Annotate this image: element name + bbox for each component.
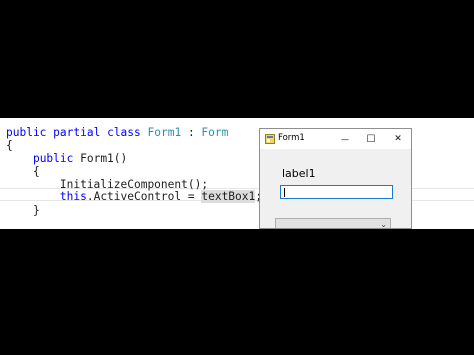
minimize-button[interactable]: — <box>332 129 358 149</box>
form1-window: Form1 — ☐ ✕ label1 ⌄ <box>259 128 412 229</box>
label1: label1 <box>282 167 316 180</box>
close-icon: ✕ <box>394 134 402 144</box>
code-token: class <box>107 126 141 139</box>
combo-box[interactable]: ⌄ <box>275 218 391 229</box>
code-line: public partial class Form1 : Form <box>6 126 228 139</box>
text-caret <box>284 188 285 197</box>
window-title: Form1 <box>278 133 305 143</box>
code-token: : <box>181 126 202 139</box>
code-token: partial <box>53 126 101 139</box>
code-token: .ActiveControl = <box>86 190 202 203</box>
code-token: textBox1 <box>201 190 256 203</box>
maximize-button[interactable]: ☐ <box>358 129 384 149</box>
code-token: } <box>6 204 40 217</box>
code-token: Form1() <box>73 152 128 165</box>
code-token: public <box>32 152 74 165</box>
code-token: Form1 <box>147 126 182 139</box>
code-line: { <box>6 139 13 152</box>
maximize-icon: ☐ <box>366 133 376 145</box>
code-line: } <box>6 204 40 217</box>
code-line: public Form1() <box>6 152 127 165</box>
code-token: { <box>6 165 40 178</box>
code-token: this <box>59 190 87 203</box>
textbox1[interactable] <box>280 185 393 199</box>
title-bar[interactable]: Form1 — ☐ ✕ <box>260 129 411 149</box>
code-token: public <box>6 126 47 139</box>
code-line: this.ActiveControl = textBox1; <box>6 190 262 203</box>
app-icon <box>265 134 275 144</box>
code-token: Form <box>201 126 229 139</box>
minimize-icon: — <box>341 134 349 144</box>
code-line: { <box>6 165 40 178</box>
close-button[interactable]: ✕ <box>385 129 411 149</box>
chevron-down-icon: ⌄ <box>380 220 387 229</box>
code-token: { <box>6 139 13 152</box>
